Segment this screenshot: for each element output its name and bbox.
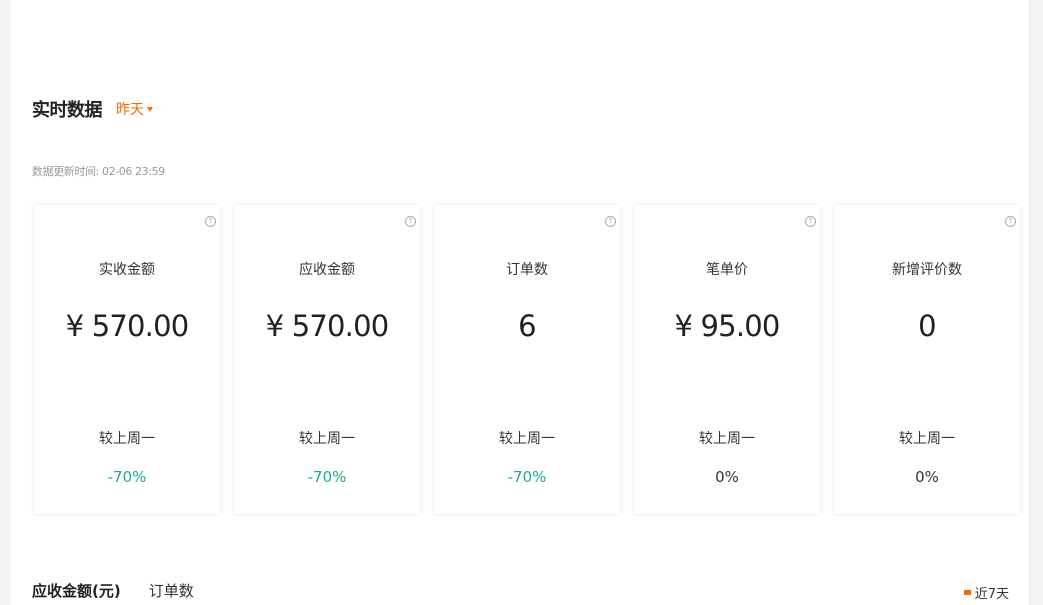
tab-order-count[interactable]: 订单数 (149, 580, 194, 601)
metric-value: 0 (918, 309, 936, 343)
compare-value: -70% (507, 468, 547, 486)
metric-label: 订单数 (506, 262, 548, 278)
help-icon[interactable]: ? (205, 216, 216, 227)
metric-card-order-count: ? 订单数 6 较上周一 -70% (434, 205, 620, 514)
metric-value: ¥ 570.00 (65, 309, 190, 343)
compare-label: 较上周一 (699, 431, 755, 447)
compare-label: 较上周一 (499, 431, 555, 447)
metric-card-avg-order-price: ? 笔单价 ¥ 95.00 较上周一 0% (634, 205, 820, 514)
compare-label: 较上周一 (899, 431, 955, 447)
compare-label: 较上周一 (299, 431, 355, 447)
chart-tabs: 应收金额(元) 订单数 (32, 580, 194, 601)
help-icon[interactable]: ? (1005, 216, 1016, 227)
date-range-value: 昨天 (116, 102, 144, 118)
help-icon[interactable]: ? (405, 216, 416, 227)
compare-value: 0% (915, 468, 939, 486)
metric-label: 新增评价数 (892, 262, 962, 278)
compare-label: 较上周一 (99, 431, 155, 447)
metric-card-new-reviews: ? 新增评价数 0 较上周一 0% (834, 205, 1020, 514)
compare-value: -70% (307, 468, 347, 486)
caret-down-icon (147, 106, 153, 112)
metric-cards: ? 实收金额 ¥ 570.00 较上周一 -70% ? 应收金额 ¥ 570.0… (34, 205, 1020, 514)
metric-card-receivable-amount: ? 应收金额 ¥ 570.00 较上周一 -70% (234, 205, 420, 514)
metric-label: 实收金额 (99, 262, 155, 278)
date-range-dropdown[interactable]: 昨天 (116, 99, 153, 119)
legend-label: 近7天 (974, 587, 1009, 602)
legend-swatch (963, 590, 971, 595)
metric-card-received-amount: ? 实收金额 ¥ 570.00 较上周一 -70% (34, 205, 220, 514)
metric-value: ¥ 95.00 (674, 309, 780, 343)
compare-value: -70% (107, 468, 147, 486)
realtime-header: 实时数据 昨天 (32, 96, 153, 122)
chart-legend: 近7天 (963, 583, 1009, 602)
data-update-time: 数据更新时间: 02-06 23:59 (32, 165, 165, 178)
help-icon[interactable]: ? (805, 216, 816, 227)
metric-value: ¥ 570.00 (265, 309, 390, 343)
metric-label: 应收金额 (299, 262, 355, 278)
compare-value: 0% (715, 468, 739, 486)
section-title: 实时数据 (32, 100, 103, 121)
tab-receivable-amount[interactable]: 应收金额(元) (32, 580, 121, 601)
metric-label: 笔单价 (706, 262, 748, 278)
metric-value: 6 (518, 309, 536, 343)
help-icon[interactable]: ? (605, 216, 616, 227)
